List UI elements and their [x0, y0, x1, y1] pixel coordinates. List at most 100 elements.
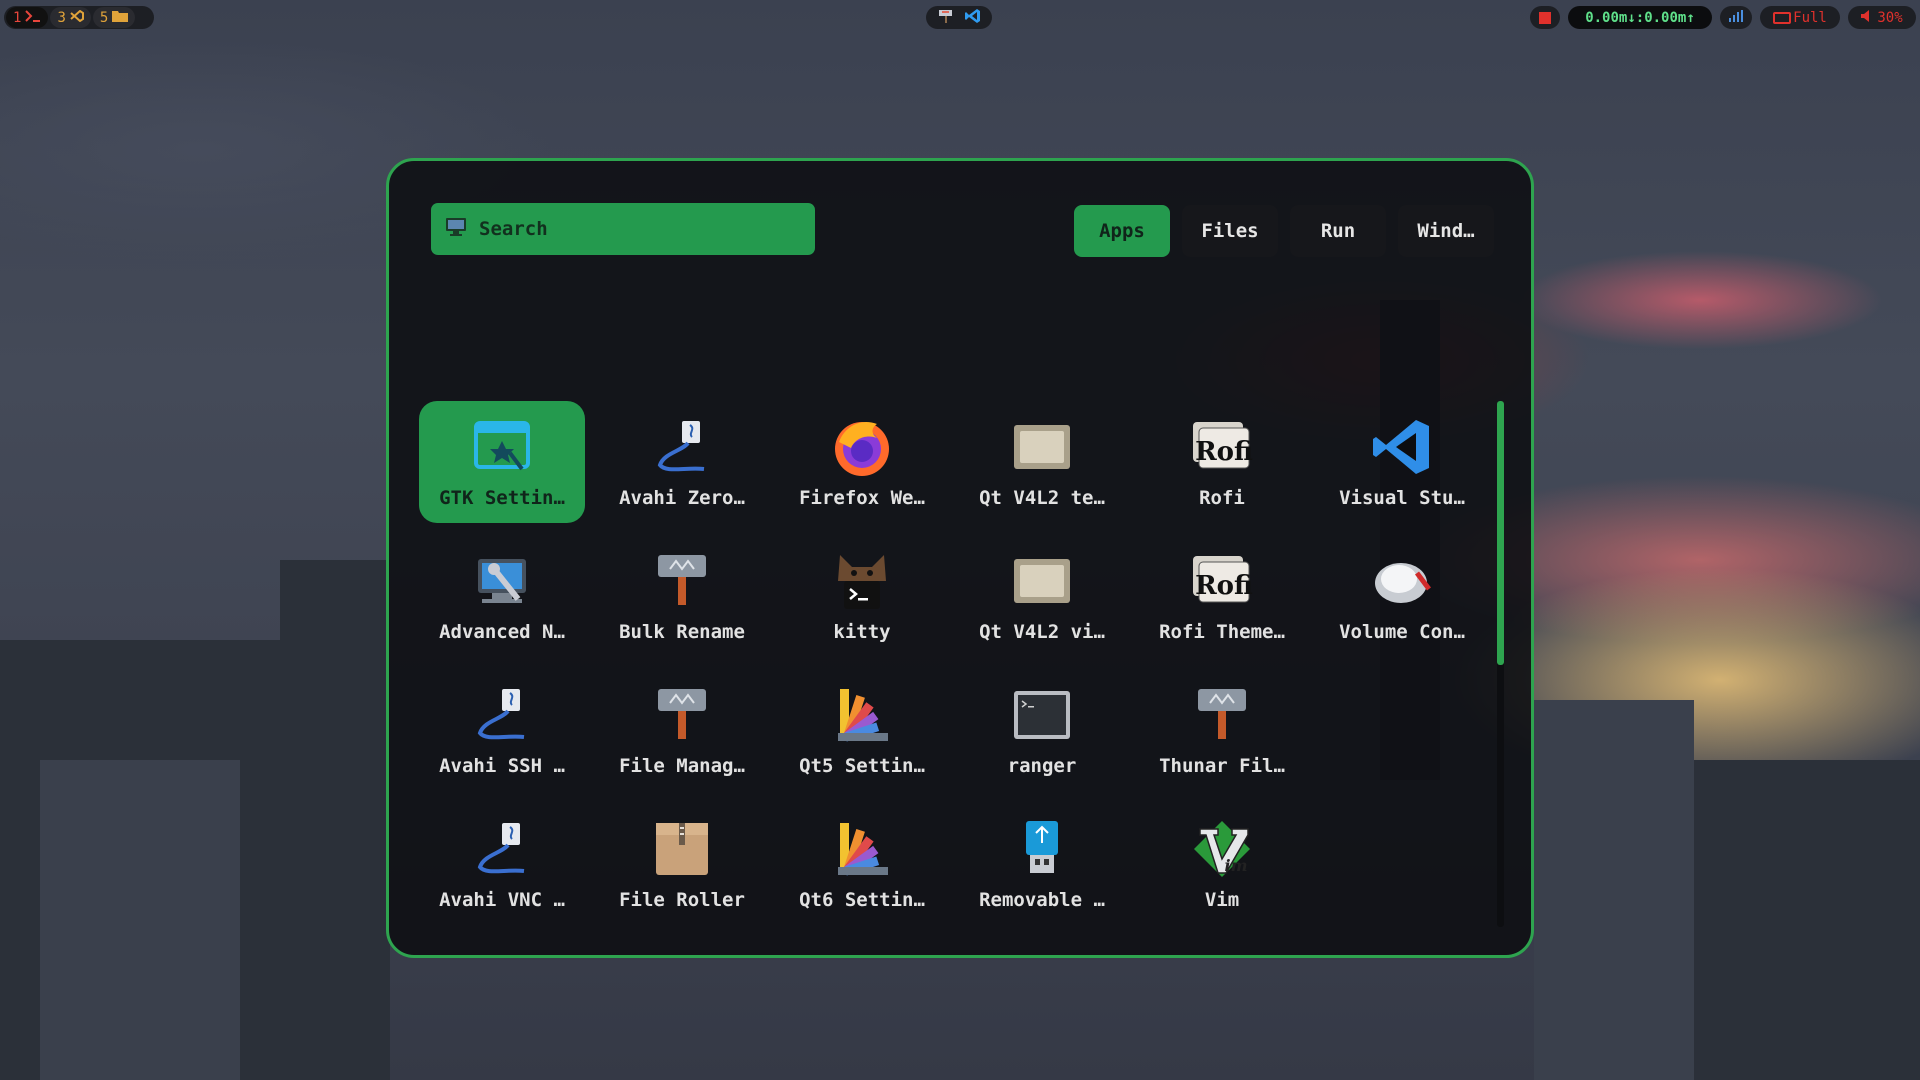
- app-label: Visual Stu…: [1339, 487, 1465, 509]
- app-item-vim[interactable]: im Vim: [1139, 803, 1305, 925]
- vscode-icon[interactable]: [964, 8, 981, 28]
- app-label: Qt5 Settin…: [799, 755, 925, 777]
- signal-bars-icon: [1729, 9, 1743, 26]
- workspace-number: 5: [99, 9, 109, 26]
- folder-icon: [112, 10, 129, 26]
- color-palette-icon: [830, 817, 894, 881]
- workspaces: 1 3 5: [4, 6, 154, 29]
- app-label: Avahi Zero…: [619, 487, 745, 509]
- app-item-qt5-settings[interactable]: Qt5 Settin…: [779, 669, 945, 791]
- app-item-firefox[interactable]: Firefox We…: [779, 401, 945, 523]
- usb-drive-icon: [1010, 817, 1074, 881]
- search-input[interactable]: [477, 217, 801, 241]
- scrollbar-thumb[interactable]: [1497, 401, 1504, 665]
- app-item-avahi-ssh[interactable]: Avahi SSH …: [419, 669, 585, 791]
- tab-windows[interactable]: Wind…: [1398, 205, 1494, 257]
- monitor-icon: [445, 216, 467, 242]
- app-label: Firefox We…: [799, 487, 925, 509]
- tab-apps[interactable]: Apps: [1074, 205, 1170, 257]
- color-palette-icon: [830, 683, 894, 747]
- webcam-display-icon: [1010, 549, 1074, 613]
- background-building: [1534, 700, 1694, 1080]
- app-item-ranger[interactable]: ranger: [959, 669, 1125, 791]
- bulk-rename-icon: [650, 549, 714, 613]
- battery-status[interactable]: Full: [1760, 6, 1840, 29]
- archive-box-icon: [650, 817, 714, 881]
- top-bar: 1 3 5 0.00m↓:0.00m↑ Full 30%: [0, 0, 1920, 34]
- avahi-ssh-icon: [470, 683, 534, 747]
- vscode-icon: [1370, 415, 1434, 479]
- volume-status[interactable]: 30%: [1848, 6, 1916, 29]
- app-item-advanced-network[interactable]: Advanced N…: [419, 535, 585, 657]
- app-launcher: Apps Files Run Wind… GTK Settin… Avahi Z…: [386, 158, 1534, 958]
- terminal-icon: [25, 9, 41, 26]
- record-icon: [1539, 11, 1551, 24]
- volume-text: 30%: [1877, 9, 1903, 26]
- app-item-avahi-zeroconf[interactable]: Avahi Zero…: [599, 401, 765, 523]
- tab-files[interactable]: Files: [1182, 205, 1278, 257]
- paint-roller-icon[interactable]: [938, 8, 954, 28]
- rofi-icon: Rofi: [1190, 415, 1254, 479]
- app-item-removable-drives[interactable]: Removable …: [959, 803, 1125, 925]
- kitty-icon: [830, 549, 894, 613]
- workspace-number: 1: [13, 9, 22, 26]
- vim-icon: im: [1190, 817, 1254, 881]
- app-label: Qt V4L2 vi…: [979, 621, 1105, 643]
- workspace-1[interactable]: 1: [6, 7, 49, 28]
- app-item-rofi-theme-selector[interactable]: Rofi Rofi Theme…: [1139, 535, 1305, 657]
- app-label: GTK Settin…: [439, 487, 565, 509]
- app-label: Qt6 Settin…: [799, 889, 925, 911]
- record-indicator[interactable]: [1530, 6, 1560, 29]
- app-label: ranger: [1007, 755, 1077, 777]
- app-label: File Roller: [619, 889, 745, 911]
- app-item-avahi-vnc[interactable]: Avahi VNC …: [419, 803, 585, 925]
- app-item-visual-studio-code[interactable]: Visual Stu…: [1319, 401, 1485, 523]
- network-speed: 0.00m↓:0.00m↑: [1568, 6, 1712, 29]
- app-item-file-roller[interactable]: File Roller: [599, 803, 765, 925]
- app-label: Vim: [1204, 889, 1240, 911]
- svg-text:Rofi: Rofi: [1195, 437, 1253, 467]
- avahi-vnc-icon: [470, 817, 534, 881]
- workspace-3[interactable]: 3: [50, 7, 91, 28]
- app-label: Bulk Rename: [619, 621, 745, 643]
- app-item-qt-v4l2-viewer[interactable]: Qt V4L2 vi…: [959, 535, 1125, 657]
- battery-icon: [1773, 11, 1792, 24]
- app-label: Avahi VNC …: [439, 889, 565, 911]
- app-list-scrollbar[interactable]: [1497, 401, 1504, 927]
- app-item-bulk-rename[interactable]: Bulk Rename: [599, 535, 765, 657]
- app-label: Removable …: [979, 889, 1105, 911]
- network-speed-text: 0.00m↓:0.00m↑: [1585, 9, 1695, 26]
- app-label: File Manag…: [619, 755, 745, 777]
- app-label: kitty: [833, 621, 891, 643]
- app-item-rofi[interactable]: Rofi Rofi: [1139, 401, 1305, 523]
- search-bar[interactable]: [431, 203, 815, 255]
- app-label: Rofi Theme…: [1159, 621, 1285, 643]
- terminal-window-icon: [1010, 683, 1074, 747]
- svg-text:Rofi: Rofi: [1195, 571, 1253, 601]
- app-label: Rofi: [1199, 487, 1245, 509]
- avahi-zeroconf-icon: [650, 415, 714, 479]
- background-building: [40, 760, 240, 1080]
- speaker-icon: [1861, 9, 1873, 26]
- app-item-file-manager[interactable]: File Manag…: [599, 669, 765, 791]
- thunar-icon: [1190, 683, 1254, 747]
- gtk-settings-icon: [470, 415, 534, 479]
- app-label: Qt V4L2 te…: [979, 487, 1105, 509]
- network-signal[interactable]: [1720, 6, 1752, 29]
- app-item-qt6-settings[interactable]: Qt6 Settin…: [779, 803, 945, 925]
- app-label: Volume Con…: [1339, 621, 1465, 643]
- app-item-volume-control[interactable]: Volume Con…: [1319, 535, 1485, 657]
- app-item-kitty[interactable]: kitty: [779, 535, 945, 657]
- network-settings-icon: [470, 549, 534, 613]
- app-label: Avahi SSH …: [439, 755, 565, 777]
- tab-run[interactable]: Run: [1290, 205, 1386, 257]
- rofi-icon: Rofi: [1190, 549, 1254, 613]
- app-item-thunar[interactable]: Thunar Fil…: [1139, 669, 1305, 791]
- app-item-gtk-settings[interactable]: GTK Settin…: [419, 401, 585, 523]
- workspace-number: 3: [57, 9, 66, 26]
- vscode-icon: [70, 9, 84, 26]
- battery-text: Full: [1793, 9, 1827, 26]
- workspace-5[interactable]: 5: [92, 7, 136, 28]
- app-item-qt-v4l2-test[interactable]: Qt V4L2 te…: [959, 401, 1125, 523]
- volume-knob-icon: [1370, 549, 1434, 613]
